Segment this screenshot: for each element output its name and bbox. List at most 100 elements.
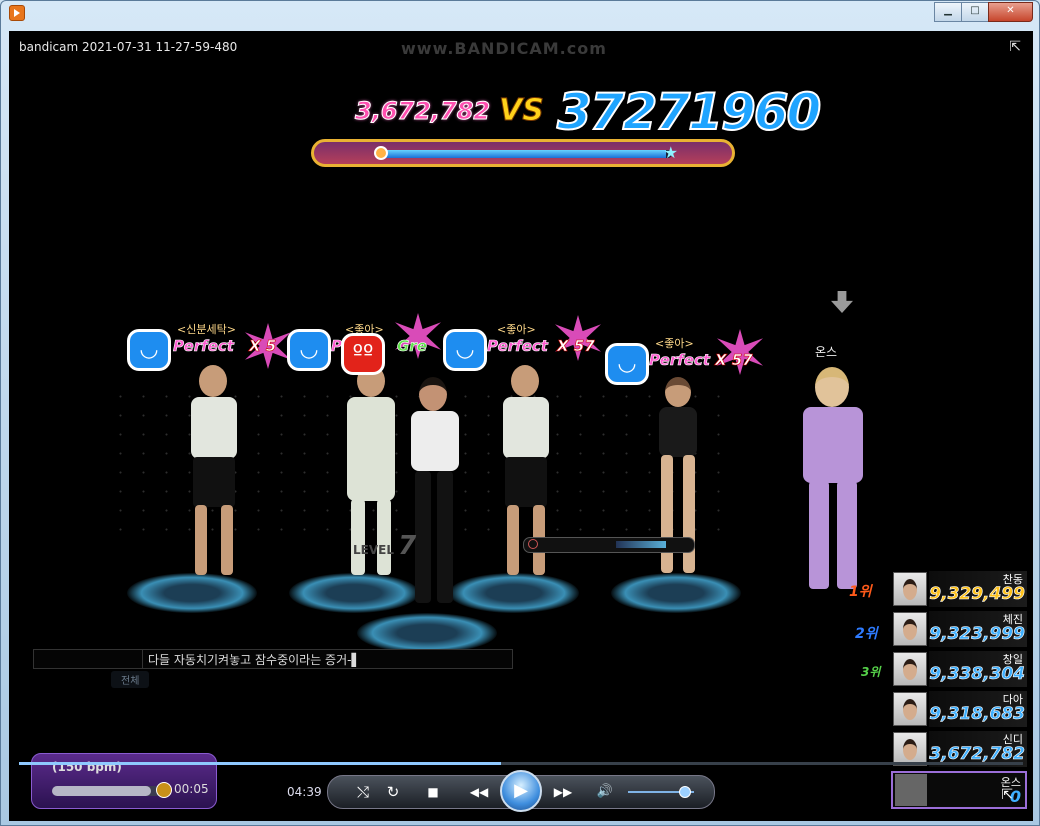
judgement-perfect: Perfect — [173, 337, 235, 356]
combo-count: X 5 — [249, 337, 277, 356]
level-label: LEVEL — [353, 543, 394, 557]
judgement-face-icon: ◡ — [287, 329, 331, 371]
chat-text: 다들 자동치기켜놓고 잠수중이라는 증거-▌ — [148, 653, 361, 667]
judgement-face-icon: ◡ — [443, 329, 487, 371]
stop-button[interactable]: ■ — [420, 781, 446, 803]
gauge-dot-icon — [528, 539, 538, 549]
dance-pad — [611, 573, 741, 613]
window-controls: ▁ □ ✕ — [934, 2, 1033, 22]
ranking-row: 체진 9,323,999 — [893, 611, 1027, 647]
judgement-face-icon: ◡ — [127, 329, 171, 371]
dancer-leg — [809, 481, 829, 589]
maximize-button[interactable]: □ — [961, 2, 989, 22]
avatar — [893, 732, 927, 766]
vs-label: VS — [499, 93, 545, 129]
player-name-label: 온스 — [815, 345, 838, 359]
avatar — [895, 774, 927, 806]
team-score-left: 3,672,782 — [354, 97, 491, 126]
repeat-button[interactable]: ↻ — [380, 781, 406, 803]
judgement-perfect: Perfect — [649, 351, 711, 370]
dancer-body — [411, 411, 459, 471]
dancer-body — [503, 397, 549, 459]
avatar — [893, 572, 927, 606]
ranking-score: 3,672,782 — [929, 744, 1025, 765]
dancer-leg — [195, 505, 207, 575]
ranking-score: 9,329,499 — [929, 584, 1025, 605]
ranking-score: 9,323,999 — [929, 624, 1025, 645]
seek-bar[interactable] — [19, 762, 1023, 765]
dancer-body — [347, 397, 395, 501]
star-icon: ★ — [663, 143, 678, 162]
close-button[interactable]: ✕ — [988, 2, 1033, 22]
combo-count: X 57 — [557, 337, 595, 356]
dancer-legs — [505, 457, 547, 507]
dancer-head — [815, 367, 849, 407]
dancer-tag: <좋아> — [497, 323, 536, 336]
song-progress-knob — [156, 782, 172, 798]
expand-icon[interactable]: ⇱ — [1001, 787, 1013, 803]
dance-pad — [289, 573, 419, 613]
match-progress-bar: ★ — [311, 139, 735, 167]
previous-button[interactable]: ◀◀ — [462, 781, 496, 803]
match-progress-track — [380, 150, 672, 158]
rank-badge-2: 2위 — [855, 626, 878, 642]
judgement-perfect: Perfect — [487, 337, 549, 356]
dancer-head — [419, 377, 447, 411]
dance-pad — [357, 613, 497, 653]
song-progress-bar — [52, 786, 164, 796]
combo-count: X 57 — [715, 351, 753, 370]
gauge-segment — [616, 541, 666, 548]
power-gauge — [523, 537, 695, 553]
dancer-leg — [415, 471, 431, 603]
chat-input[interactable]: 다들 자동치기켜놓고 잠수중이라는 증거-▌ — [33, 649, 513, 669]
song-time: 00:05 — [174, 782, 209, 796]
dancer-leg — [221, 505, 233, 575]
video-screen[interactable]: bandicam 2021-07-31 11-27-59-480 www.BAN… — [9, 31, 1033, 821]
dancer-head — [665, 377, 691, 407]
match-progress-fill — [380, 150, 667, 158]
dancer-legs — [193, 457, 235, 507]
dancer-leg — [661, 455, 673, 573]
playback-controls: ⤭ ↻ ■ ◀◀ ▶ ▶▶ 🔊 — [327, 770, 715, 812]
dancer-body — [659, 407, 697, 457]
my-ranking-row: 온스 0 ⇱ — [891, 771, 1027, 809]
volume-icon[interactable]: 🔊 — [592, 781, 618, 803]
chat-target-field[interactable] — [34, 650, 143, 668]
ranking-row: 창일 9,338,304 — [893, 651, 1027, 687]
level-indicator: LEVEL 7 — [353, 531, 416, 561]
fullscreen-icon[interactable]: ⇱ — [1009, 39, 1021, 55]
judgement-face-icon: ◡ — [605, 343, 649, 385]
dance-pad — [449, 573, 579, 613]
avatar — [893, 612, 927, 646]
avatar — [893, 652, 927, 686]
volume-knob[interactable] — [679, 786, 692, 798]
elapsed-time: 04:39 — [287, 785, 322, 799]
play-button[interactable]: ▶ — [500, 770, 542, 812]
bandicam-app-icon — [9, 5, 25, 21]
dance-pad — [127, 573, 257, 613]
team-score-right: 37271960 — [556, 82, 822, 142]
rank-badge-1: 1위 — [849, 584, 872, 600]
song-progress-fill — [52, 786, 151, 796]
dancer-leg — [837, 481, 857, 589]
dancer-tag: <신분세탁> — [177, 323, 236, 336]
seek-bar-fill — [19, 762, 501, 765]
ranking-score: 9,318,683 — [929, 704, 1025, 725]
minimize-button[interactable]: ▁ — [934, 2, 962, 22]
title-bar[interactable]: ▁ □ ✕ — [1, 1, 1039, 25]
progress-start-knob — [374, 146, 388, 160]
ranking-row: 다아 9,318,683 — [893, 691, 1027, 727]
level-value: 7 — [398, 531, 417, 561]
chat-tab-all[interactable]: 전체 — [111, 671, 150, 688]
dancer-head — [199, 365, 227, 397]
dancer-leg — [507, 505, 519, 575]
ranking-row: 찬동 9,329,499 — [893, 571, 1027, 607]
dancer-body — [191, 397, 237, 459]
judgement-great: Gre — [397, 337, 427, 356]
dancer-leg — [437, 471, 453, 603]
shuffle-button[interactable]: ⤭ — [350, 781, 376, 803]
dancer-tag: <좋아> — [655, 337, 694, 350]
ranking-score: 9,338,304 — [929, 664, 1025, 685]
next-button[interactable]: ▶▶ — [546, 781, 580, 803]
dancer-head — [511, 365, 539, 397]
